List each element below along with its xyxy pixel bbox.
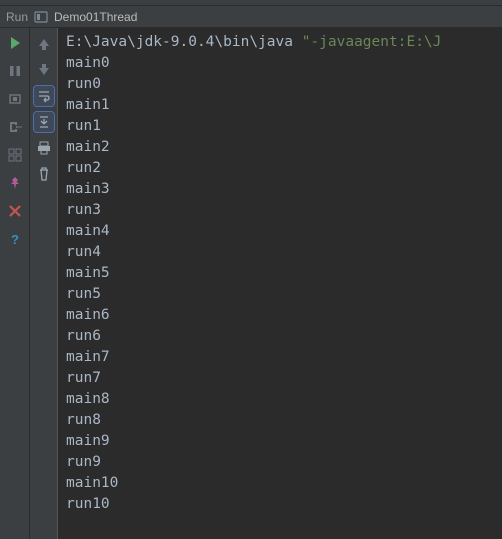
console-line: run5	[66, 284, 494, 305]
console-output[interactable]: E:\Java\jdk-9.0.4\bin\java "-javaagent:E…	[58, 28, 502, 539]
console-line: run10	[66, 494, 494, 515]
exit-icon[interactable]	[6, 118, 24, 136]
arrow-up-icon[interactable]	[34, 34, 54, 54]
print-icon[interactable]	[34, 138, 54, 158]
java-path: E:\Java\jdk-9.0.4\bin\java	[66, 34, 302, 50]
run-tool-body: ? E:\Java\jdk-9.0.4\bin\java "-javaagent…	[0, 28, 502, 539]
scroll-to-end-icon[interactable]	[34, 112, 54, 132]
console-line: main9	[66, 431, 494, 452]
soft-wrap-icon[interactable]	[34, 86, 54, 106]
console-line: run8	[66, 410, 494, 431]
console-line: main2	[66, 137, 494, 158]
run-tool-header: Run Demo01Thread	[0, 6, 502, 28]
pause-icon[interactable]	[6, 62, 24, 80]
console-line: run7	[66, 368, 494, 389]
console-line: main0	[66, 53, 494, 74]
run-left-toolbar: ?	[0, 28, 30, 539]
trash-icon[interactable]	[34, 164, 54, 184]
layout-icon[interactable]	[6, 146, 24, 164]
console-line: run0	[66, 74, 494, 95]
console-line: main1	[66, 95, 494, 116]
console-line: run2	[66, 158, 494, 179]
console-command-line: E:\Java\jdk-9.0.4\bin\java "-javaagent:E…	[66, 32, 494, 53]
java-app-icon	[34, 10, 48, 24]
run-config-name: Demo01Thread	[54, 10, 137, 24]
java-arg: "-javaagent:E:\J	[302, 34, 442, 50]
console-toolbar	[30, 28, 58, 539]
frame-icon[interactable]	[6, 90, 24, 108]
console-line: main5	[66, 263, 494, 284]
pin-icon[interactable]	[6, 174, 24, 192]
close-icon[interactable]	[6, 202, 24, 220]
console-line: main8	[66, 389, 494, 410]
console-line: run1	[66, 116, 494, 137]
run-label: Run	[6, 10, 28, 24]
console-line: main10	[66, 473, 494, 494]
console-line: main6	[66, 305, 494, 326]
console-line: main7	[66, 347, 494, 368]
run-icon[interactable]	[6, 34, 24, 52]
console-line: main3	[66, 179, 494, 200]
console-line: run6	[66, 326, 494, 347]
console-line: main4	[66, 221, 494, 242]
arrow-down-icon[interactable]	[34, 60, 54, 80]
console-line: run9	[66, 452, 494, 473]
svg-text:?: ?	[11, 232, 19, 246]
console-line: run4	[66, 242, 494, 263]
help-icon[interactable]: ?	[6, 230, 24, 248]
console-line: run3	[66, 200, 494, 221]
